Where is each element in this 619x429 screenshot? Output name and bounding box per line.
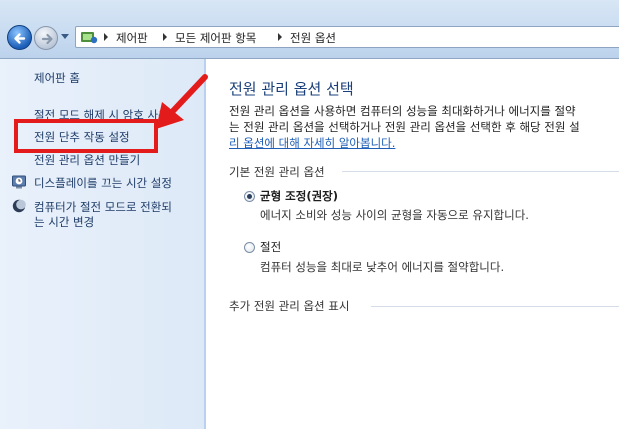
forward-arrow-icon <box>41 33 53 45</box>
breadcrumb-control-panel[interactable]: 제어판 <box>116 30 148 46</box>
power-saver-radio[interactable] <box>244 242 255 253</box>
sidebar-item-sleep-line2[interactable]: 는 시간 변경 <box>34 214 94 230</box>
balanced-plan-label[interactable]: 균형 조정(권장) <box>260 188 338 204</box>
clock-icon <box>12 175 26 189</box>
breadcrumb-separator-icon[interactable] <box>163 33 167 41</box>
sidebar-item-create-plan[interactable]: 전원 관리 옵션 만들기 <box>34 152 140 168</box>
group-divider <box>342 171 619 172</box>
group-divider <box>371 306 619 307</box>
highlight-box <box>14 119 158 153</box>
breadcrumb-power-options[interactable]: 전원 옵션 <box>290 30 336 46</box>
sidebar-item-display-off[interactable]: 디스플레이를 끄는 시간 설정 <box>34 175 172 191</box>
breadcrumb-all-items[interactable]: 모든 제어판 항목 <box>175 30 256 46</box>
sidebar-item-sleep-line1[interactable]: 컴퓨터가 절전 모드로 전환되 <box>34 199 172 215</box>
control-panel-icon <box>81 32 98 44</box>
learn-more-link[interactable]: 리 옵션에 대해 자세히 알아봅니다. <box>229 135 395 151</box>
breadcrumb-separator-icon[interactable] <box>278 33 282 41</box>
learn-more-link-text[interactable]: 리 옵션에 대해 자세히 알아봅니다. <box>229 136 395 150</box>
address-field[interactable]: 제어판 모든 제어판 항목 전원 옵션 <box>75 26 619 48</box>
sidebar-home-link[interactable]: 제어판 홈 <box>34 70 80 86</box>
intro-text-line1: 전원 관리 옵션을 사용하면 컴퓨터의 성능을 최대화하거나 에너지를 절약 <box>229 104 576 118</box>
balanced-plan-desc: 에너지 소비와 성능 사이의 균형을 자동으로 유지합니다. <box>260 208 529 222</box>
forward-button[interactable] <box>34 26 58 50</box>
intro-text-line2: 는 전원 관리 옵션을 선택하거나 전원 관리 옵션을 선택한 후 해당 전원 … <box>229 120 580 134</box>
group-basic-plans: 기본 전원 관리 옵션 <box>229 165 325 179</box>
show-additional-plans[interactable]: 추가 전원 관리 옵션 표시 <box>229 298 349 314</box>
page-title: 전원 관리 옵션 선택 <box>229 80 354 98</box>
back-arrow-icon <box>14 33 26 44</box>
recent-pages-dropdown[interactable] <box>61 34 69 39</box>
power-saver-plan-label[interactable]: 절전 <box>260 239 281 255</box>
power-saver-plan-desc: 컴퓨터 성능을 최대로 낮추어 에너지를 절약합니다. <box>260 260 505 274</box>
breadcrumb-separator-icon[interactable] <box>104 33 108 41</box>
annotation-arrow-icon <box>156 74 208 129</box>
back-button[interactable] <box>7 25 32 50</box>
moon-icon <box>12 199 26 213</box>
balanced-radio[interactable] <box>244 191 255 202</box>
address-bar-area: 제어판 모든 제어판 항목 전원 옵션 <box>0 0 619 59</box>
